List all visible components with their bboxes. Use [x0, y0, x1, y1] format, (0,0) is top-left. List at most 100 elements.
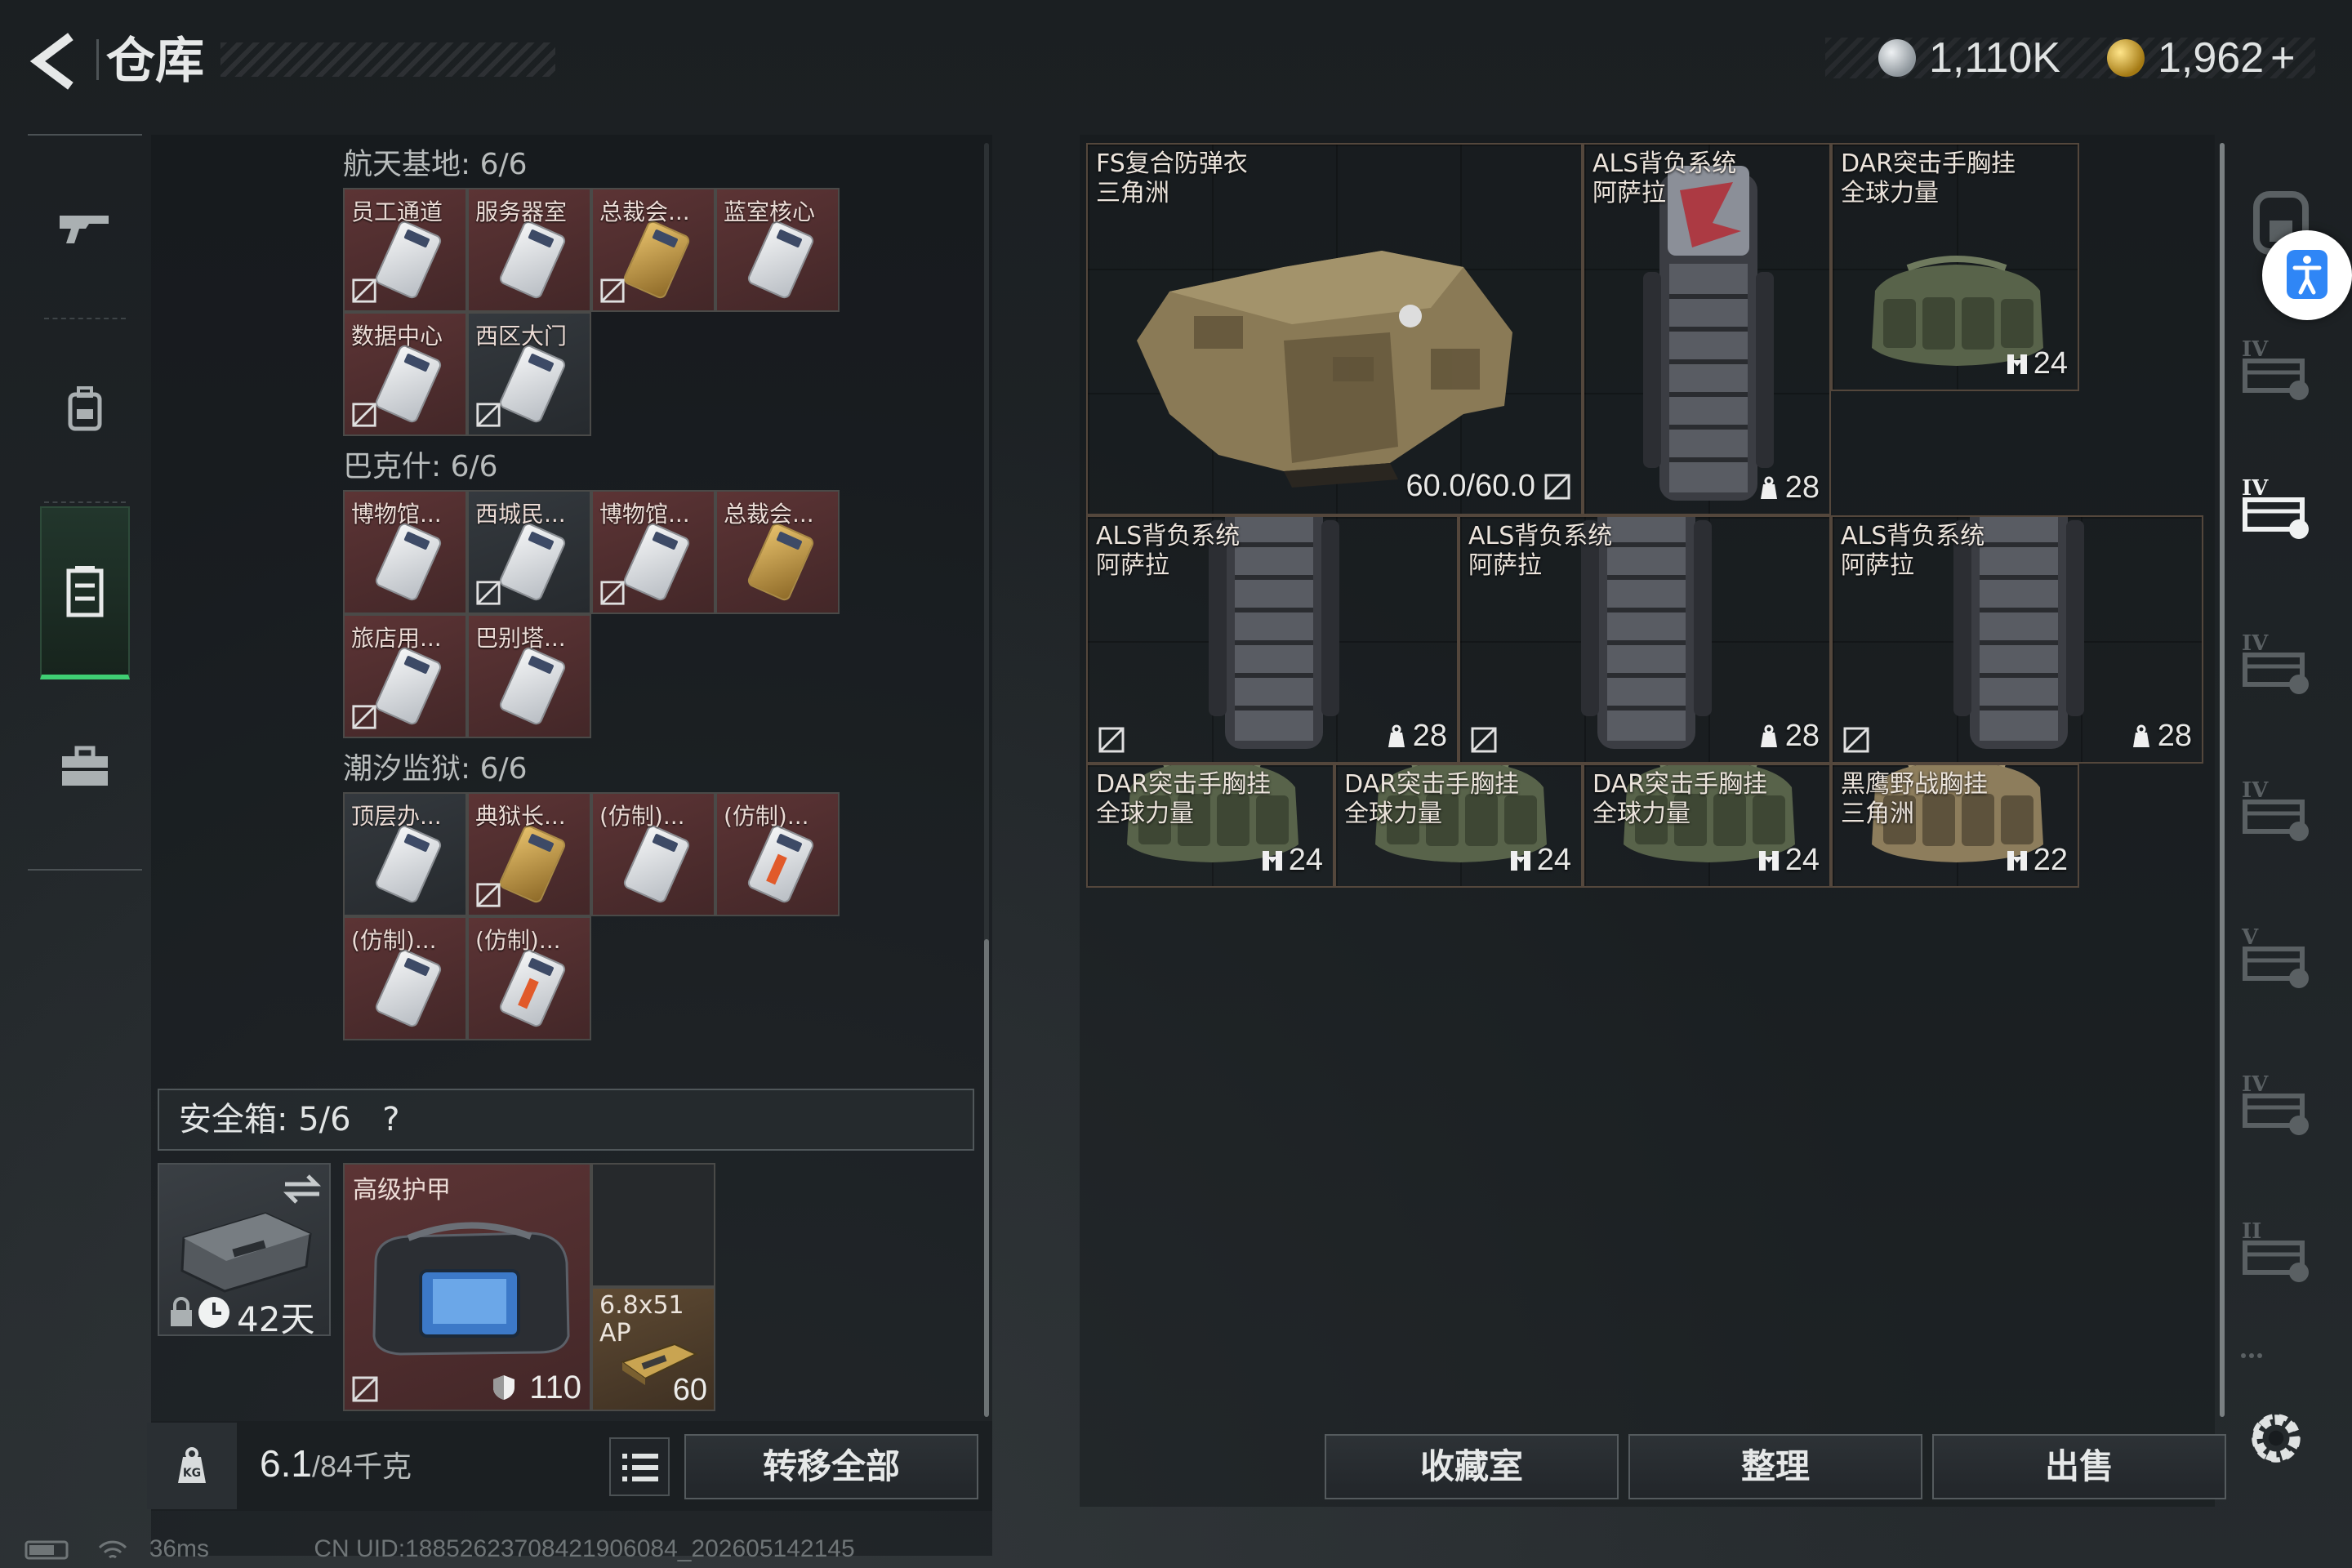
stat-icon	[1757, 722, 1780, 757]
stash-item[interactable]: DAR突击手胸挂 全球力量 24	[1831, 143, 2079, 391]
nav-separator	[44, 501, 126, 503]
transfer-all-button[interactable]: 转移全部	[684, 1434, 978, 1499]
list-view-button[interactable]	[609, 1437, 670, 1496]
nav-equipment[interactable]	[40, 363, 130, 452]
tier-v-stash-icon: V	[2241, 925, 2309, 988]
lock-icon	[171, 1297, 192, 1326]
keycard-item[interactable]: 总裁会...	[591, 188, 715, 312]
keycard-item[interactable]: 典狱长...	[467, 792, 591, 916]
stash-item[interactable]: DAR突击手胸挂 全球力量 24	[1334, 764, 1583, 888]
no-trade-icon	[352, 705, 376, 729]
svg-text:IV: IV	[2242, 778, 2269, 803]
keycard-item[interactable]: 蓝室核心	[715, 188, 840, 312]
stash-item-label: ALS背负系统 阿萨拉	[1096, 522, 1240, 581]
keycard-item[interactable]: 服务器室	[467, 188, 591, 312]
nav-weapons[interactable]	[40, 183, 130, 273]
capacity-icon	[2007, 851, 2027, 871]
keycard-item[interactable]: (仿制)...	[343, 916, 467, 1040]
stash-item[interactable]: FS复合防弹衣 三角洲 60.0/60.0	[1086, 143, 1583, 515]
keycard-image	[497, 947, 568, 1029]
keycard-item[interactable]: 总裁会...	[715, 490, 840, 614]
keycard-item[interactable]: (仿制)...	[715, 792, 840, 916]
keycard-item[interactable]: (仿制)...	[591, 792, 715, 916]
stash-tab-5[interactable]: IV	[2234, 768, 2323, 858]
safe-box-case[interactable]: 42天	[158, 1163, 331, 1339]
stash-item-name: ALS背负系统	[1468, 522, 1613, 550]
stash-tab-4[interactable]: IV	[2234, 621, 2323, 710]
armor-item[interactable]: 高级护甲 110	[343, 1163, 591, 1411]
stash-tab-2[interactable]: IV	[2234, 327, 2323, 416]
keycard-item[interactable]: 巴别塔...	[467, 614, 591, 738]
add-currency-button[interactable]: +	[2270, 33, 2295, 82]
stash-scrollbar-thumb[interactable]	[2220, 143, 2225, 1417]
stash-item-stat: 24	[1757, 843, 1820, 881]
stash-tab-6[interactable]: V	[2234, 915, 2323, 1004]
stash-item[interactable]: ALS背负系统 阿萨拉 28	[1831, 515, 2203, 764]
stash-item-label: ALS背负系统 阿萨拉	[1841, 522, 1984, 581]
key-section-title: 航天基地: 6/6	[343, 148, 528, 181]
stash-item-label: FS复合防弹衣 三角洲	[1096, 149, 1248, 208]
stash-item-brand: 阿萨拉	[1468, 551, 1542, 580]
stash-item[interactable]: ALS背负系统 阿萨拉 28	[1583, 143, 1831, 515]
stash-item-stat-value: 22	[2033, 843, 2068, 877]
stash-tab-3[interactable]: IV	[2234, 466, 2323, 555]
stash-item[interactable]: ALS背负系统 阿萨拉 28	[1459, 515, 1831, 764]
no-trade-icon	[352, 403, 376, 427]
back-arrow-icon[interactable]	[24, 33, 82, 90]
keycard-item[interactable]: 旅店用...	[343, 614, 467, 738]
swap-icon[interactable]	[282, 1173, 323, 1205]
stash-item-label: DAR突击手胸挂 全球力量	[1841, 149, 2016, 208]
nav-storage[interactable]	[40, 506, 130, 679]
no-trade-badge	[475, 402, 501, 428]
accessibility-icon	[2287, 250, 2328, 299]
help-button[interactable]: ?	[382, 1101, 399, 1138]
keycard-label: 顶层办...	[351, 803, 442, 830]
keycard-label: 西区大门	[475, 323, 568, 350]
empty-slot[interactable]	[591, 1163, 715, 1287]
keycard-item[interactable]: 顶层办...	[343, 792, 467, 916]
armor-bag-image	[372, 1222, 570, 1356]
silver-currency-value: 1,110K	[1929, 34, 2060, 82]
weight-icon	[2132, 724, 2149, 747]
keycard-item[interactable]: 博物馆...	[591, 490, 715, 614]
gold-currency[interactable]: 1,962 +	[2107, 29, 2296, 87]
keycard-item[interactable]: 西城民...	[467, 490, 591, 614]
keycard-item[interactable]: 数据中心	[343, 312, 467, 436]
no-trade-badge	[351, 704, 377, 730]
ammo-count: 60	[672, 1373, 707, 1407]
silver-currency[interactable]: 1,110K	[1878, 29, 2060, 87]
left-scrollbar-thumb[interactable]	[984, 939, 989, 1417]
sort-button[interactable]: 整理	[1628, 1434, 1922, 1499]
stash-tab-7[interactable]: IV	[2234, 1062, 2323, 1152]
stash-tab-8[interactable]: II	[2234, 1209, 2323, 1298]
gold-currency-value: 1,962	[2158, 34, 2265, 82]
keycard-item[interactable]: 员工通道	[343, 188, 467, 312]
no-trade-badge	[599, 580, 626, 606]
stash-item[interactable]: 黑鹰野战胸挂 三角洲 22	[1831, 764, 2079, 888]
stash-item[interactable]: DAR突击手胸挂 全球力量 24	[1086, 764, 1334, 888]
safe-box-title: 安全箱: 5/6	[179, 1101, 351, 1138]
toolbox-icon	[62, 746, 108, 786]
ammo-item[interactable]: 6.8x51 AP 60	[591, 1287, 715, 1411]
nav-toolbox[interactable]	[40, 722, 130, 812]
tier-iv-stash-icon: IV	[2242, 778, 2309, 841]
no-trade-icon	[352, 278, 376, 303]
keycard-item[interactable]: 博物馆...	[343, 490, 467, 614]
collection-button[interactable]: 收藏室	[1325, 1434, 1619, 1499]
more-icon	[2241, 1353, 2262, 1358]
keycard-item[interactable]: 西区大门	[467, 312, 591, 436]
sell-button[interactable]: 出售	[1932, 1434, 2226, 1499]
keycard-image	[373, 823, 443, 905]
svg-text:IV: IV	[2242, 631, 2269, 656]
stash-item[interactable]: ALS背负系统 阿萨拉 28	[1086, 515, 1459, 764]
stash-item-stat: 28	[1757, 719, 1820, 757]
keycard-image	[621, 219, 692, 301]
keycard-label: (仿制)...	[475, 927, 561, 954]
stash-item[interactable]: DAR突击手胸挂 全球力量 24	[1583, 764, 1831, 888]
keycard-item[interactable]: (仿制)...	[467, 916, 591, 1040]
stat-icon	[2006, 350, 2029, 385]
accessibility-button[interactable]	[2262, 230, 2352, 320]
svg-text:IV: IV	[2242, 337, 2269, 362]
settings-gear-icon[interactable]	[2243, 1405, 2310, 1472]
stash-item-label: DAR突击手胸挂 全球力量	[1344, 770, 1519, 829]
